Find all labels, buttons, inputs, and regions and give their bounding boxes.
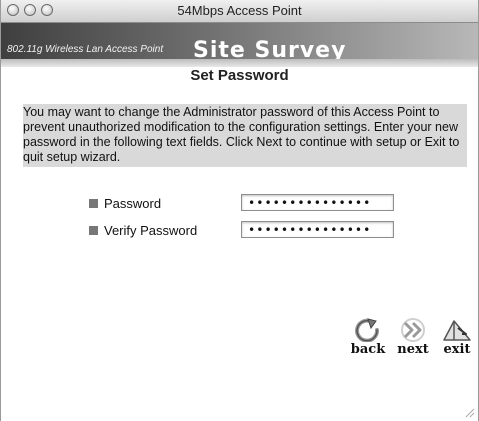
site-survey-banner: 802.11g Wireless Lan Access Point Site S… (1, 23, 478, 67)
next-button[interactable]: next (393, 318, 433, 357)
square-bullet-icon (89, 199, 98, 208)
verify-password-field[interactable] (241, 221, 394, 238)
exit-label: exit (443, 342, 471, 357)
back-button[interactable]: back (348, 318, 388, 357)
next-label: next (397, 342, 429, 357)
password-field[interactable] (241, 194, 394, 211)
exit-icon (443, 320, 471, 341)
square-bullet-icon (89, 226, 98, 235)
resize-grip-icon[interactable] (465, 408, 475, 418)
app-window: 54Mbps Access Point 802.11g Wireless Lan… (0, 0, 479, 421)
title-bar[interactable]: 54Mbps Access Point (1, 0, 478, 23)
banner-title: Site Survey (193, 38, 347, 63)
window-title: 54Mbps Access Point (177, 3, 302, 18)
verify-password-label: Verify Password (104, 223, 198, 238)
back-arrow-icon (355, 318, 379, 342)
back-label: back (350, 342, 386, 357)
exit-button[interactable]: exit (437, 318, 477, 357)
password-label: Password (104, 196, 162, 211)
next-arrows-icon (401, 318, 425, 342)
instructions-text: You may want to change the Administrator… (23, 104, 467, 167)
page-title: Set Password (190, 67, 289, 84)
banner-tagline: 802.11g Wireless Lan Access Point (7, 44, 164, 55)
